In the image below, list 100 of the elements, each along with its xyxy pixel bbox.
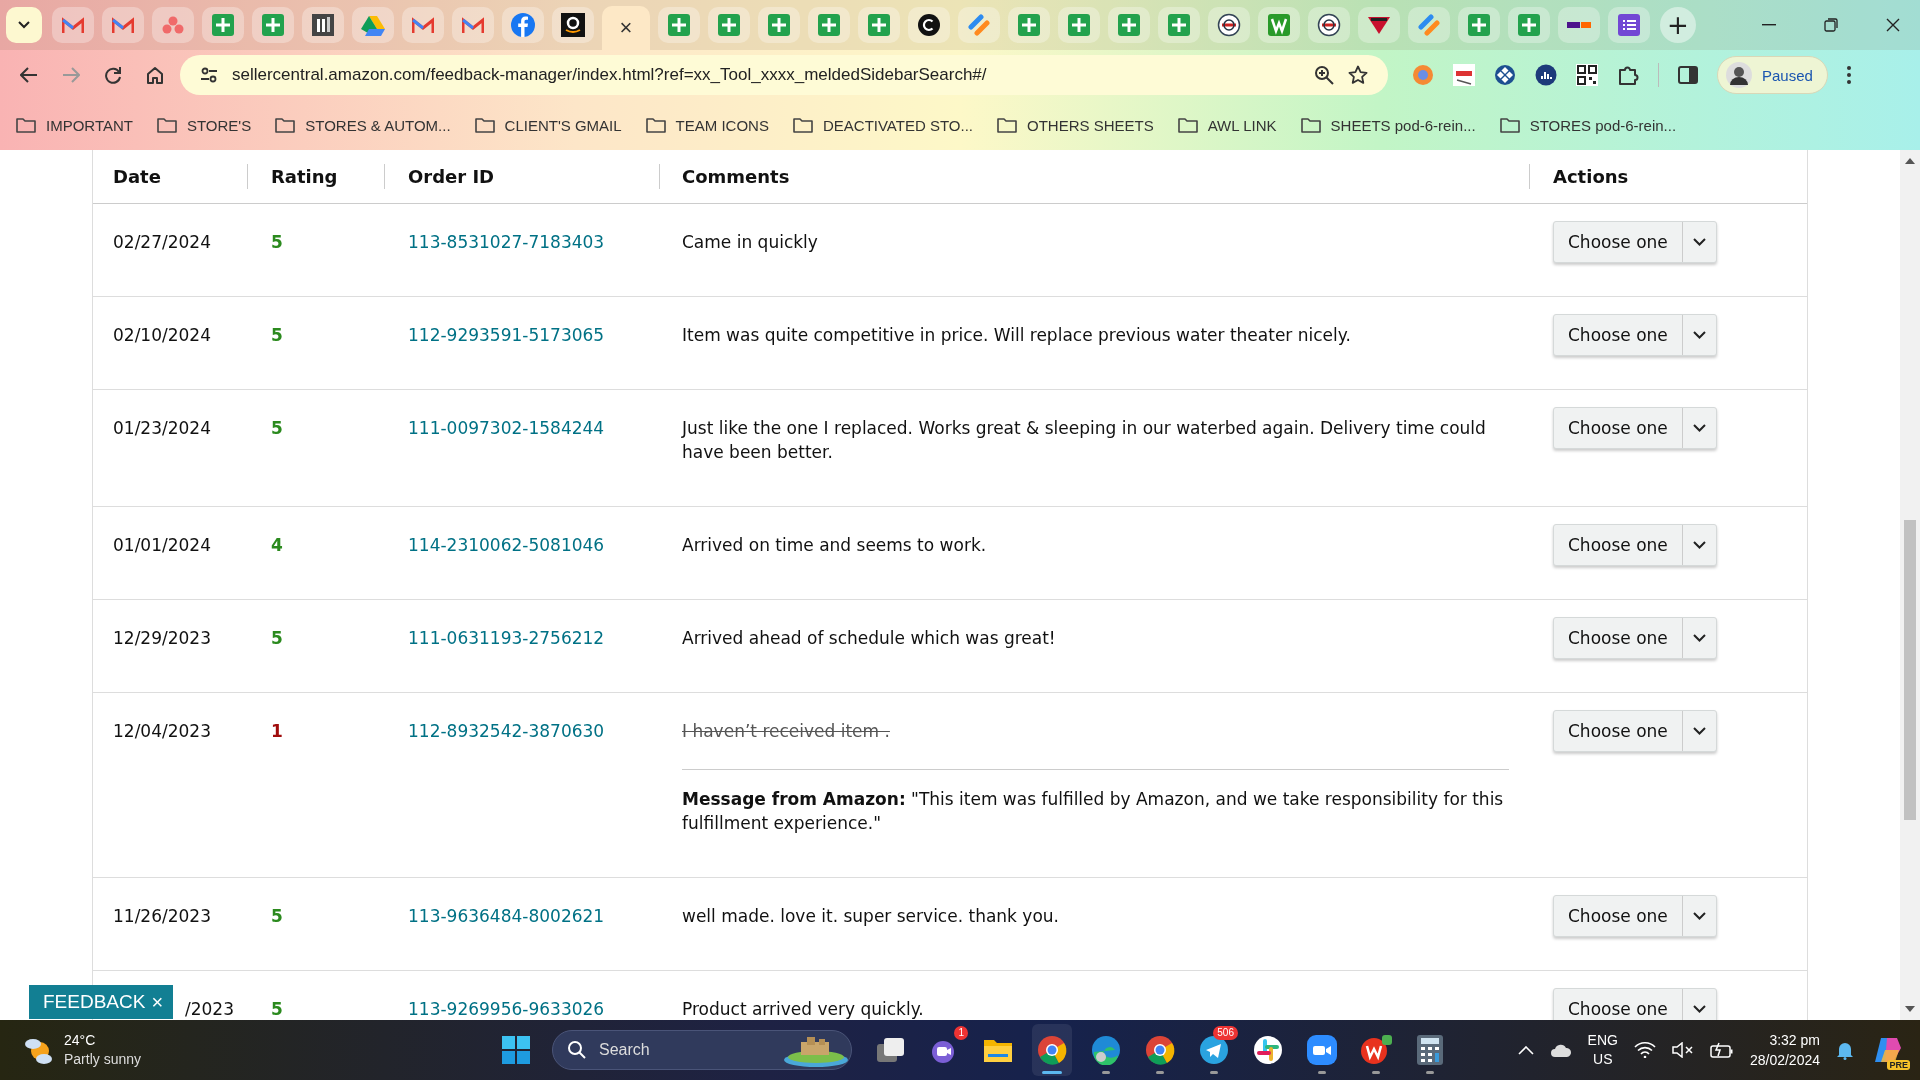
wifi-icon[interactable] [1633, 1042, 1656, 1058]
windows-start-icon[interactable] [502, 1036, 530, 1064]
order-id-link[interactable]: 113-9269956-9633026 [408, 999, 605, 1019]
choose-action-dropdown[interactable]: Choose one [1553, 524, 1717, 566]
browser-tab[interactable]: × [602, 6, 650, 50]
bookmark-folder[interactable]: STORES & AUTOM... [275, 116, 451, 134]
browser-tab[interactable] [908, 7, 950, 43]
envelope-icon [112, 16, 134, 34]
chart-bubble-icon[interactable] [1535, 64, 1557, 86]
menu-icon[interactable] [1846, 66, 1851, 84]
comment-text: Came in quickly [682, 231, 819, 254]
order-id-link[interactable]: 113-8531027-7183403 [408, 232, 605, 252]
profile-button[interactable]: Paused [1717, 56, 1828, 94]
restore-icon[interactable] [1824, 18, 1838, 32]
sheet-icon [1018, 14, 1040, 36]
feedback-button[interactable]: FEEDBACK × [29, 985, 174, 1019]
cloud-icon[interactable] [1549, 1043, 1572, 1057]
browser-tab[interactable] [302, 7, 344, 43]
taskbar-app[interactable] [1032, 1024, 1072, 1076]
address-bar[interactable]: sellercentral.amazon.com/feedback-manager/index.html?ref=xx_Tool_xxxx_meldedSidebarSearch#/ [180, 55, 1388, 95]
browser-tab[interactable] [1358, 7, 1400, 43]
close-tab-button[interactable]: × [619, 17, 633, 39]
comment-text: Just like the one I replaced. Works great & sleeping in our waterbed again. Delivery time could have been better. [682, 417, 1487, 464]
bookmark-folder[interactable]: AWL LINK [1177, 116, 1277, 134]
date-text: 02/10/2024 [113, 325, 211, 345]
browser-ball-icon [1145, 1035, 1175, 1065]
bookmark-folder[interactable]: SHEETS pod-6-rein... [1300, 116, 1476, 134]
bookmark-label: STORES & AUTOM... [305, 116, 451, 134]
choose-action-dropdown[interactable]: Choose one [1553, 617, 1717, 659]
column-header: Date [113, 164, 161, 189]
choose-action-dropdown[interactable]: Choose one [1553, 221, 1717, 263]
round-badge-icon [1217, 13, 1241, 37]
zoom-icon[interactable] [1314, 65, 1334, 85]
battery-icon[interactable] [1709, 1042, 1734, 1058]
folder-icon [16, 117, 36, 133]
bookmark-folder[interactable]: STORE'S [156, 116, 252, 134]
close-icon[interactable] [1886, 18, 1900, 32]
tune-icon[interactable] [200, 67, 218, 83]
sheet-icon [668, 14, 690, 36]
order-id-link[interactable]: 113-9636484-8002621 [408, 906, 605, 926]
language-indicator[interactable]: ENG US [1587, 1031, 1618, 1069]
order-id-link[interactable]: 112-9293591-5173065 [408, 325, 605, 345]
new-tab-button[interactable]: + [1660, 7, 1696, 43]
browser-tab[interactable] [1558, 7, 1600, 43]
puzzle-icon[interactable] [1617, 64, 1639, 86]
date-text: 01/23/2024 [113, 418, 211, 438]
diamond-dots-icon[interactable] [1494, 64, 1516, 86]
rating-text: 5 [271, 232, 283, 252]
order-id-link[interactable]: 114-2310062-5081046 [408, 535, 605, 555]
bookmark-folder[interactable]: CLIENT'S GMAIL [474, 116, 622, 134]
login-sign-icon[interactable] [1453, 64, 1475, 86]
zigzag-icon [1268, 14, 1290, 36]
bookmark-label: STORE'S [186, 116, 252, 134]
bookmark-label: CLIENT'S GMAIL [504, 116, 622, 134]
rating-text: 5 [271, 418, 283, 438]
bookmark-folder[interactable]: OTHERS SHEETS [997, 116, 1154, 134]
close-button[interactable]: × [151, 990, 164, 1014]
browser-tab[interactable] [1308, 7, 1350, 43]
choose-action-dropdown[interactable]: Choose one [1553, 314, 1717, 356]
scroll-thumb[interactable] [1904, 520, 1916, 820]
side-panel-icon[interactable] [1678, 66, 1698, 84]
scroll-down-icon[interactable] [1905, 1006, 1915, 1012]
bell-icon[interactable] [1836, 1040, 1854, 1060]
bookmark-folder[interactable]: DEACTIVATED STO... [792, 116, 973, 134]
reload-icon[interactable] [104, 66, 122, 84]
browser-tab[interactable] [552, 7, 594, 43]
star-icon[interactable] [1348, 65, 1368, 85]
bookmark-folder[interactable]: TEAM ICONS [645, 116, 769, 134]
envelope-icon [462, 16, 484, 34]
order-id-link[interactable]: 112-8932542-3870630 [408, 721, 605, 741]
scrollbar[interactable] [1900, 150, 1920, 1020]
choose-action-dropdown[interactable]: Choose one [1553, 895, 1717, 937]
back-icon[interactable] [20, 67, 38, 83]
chevron-up-icon[interactable] [1517, 1045, 1534, 1055]
choose-action-dropdown[interactable]: Choose one [1553, 988, 1717, 1020]
chevron-icon [1692, 727, 1706, 735]
clock[interactable]: 3:32 pm 28/02/2024 [1749, 1030, 1820, 1070]
date-text: 12/29/2023 [113, 628, 211, 648]
order-id-link[interactable]: 111-0631193-2756212 [408, 628, 605, 648]
home-icon[interactable] [146, 66, 164, 84]
folder-icon [645, 117, 666, 133]
comment-text: Product arrived very quickly. [682, 998, 925, 1020]
qr-code-icon[interactable] [1576, 64, 1598, 86]
browser-tab[interactable] [1208, 7, 1250, 43]
choose-action-dropdown[interactable]: Choose one [1553, 710, 1717, 752]
language-text: ENG [1587, 1031, 1618, 1050]
minimize-icon[interactable] [1762, 24, 1776, 26]
bookmark-folder[interactable]: STORES pod-6-rein... [1499, 116, 1677, 134]
choose-action-dropdown[interactable]: Choose one [1553, 407, 1717, 449]
muted-speaker-icon[interactable] [1671, 1042, 1694, 1058]
smile-logo-icon [561, 13, 585, 37]
logo-icon [1567, 20, 1591, 30]
search-field[interactable]: Search [552, 1030, 852, 1070]
column-header: Actions [1553, 164, 1629, 189]
tab-search-button[interactable] [6, 7, 42, 43]
folder-icon [474, 117, 495, 133]
round-extension-icon[interactable] [1412, 64, 1434, 86]
order-id-link[interactable]: 111-0097302-1584244 [408, 418, 605, 438]
bookmark-folder[interactable]: IMPORTANT [16, 116, 133, 134]
scroll-up-icon[interactable] [1905, 158, 1915, 164]
